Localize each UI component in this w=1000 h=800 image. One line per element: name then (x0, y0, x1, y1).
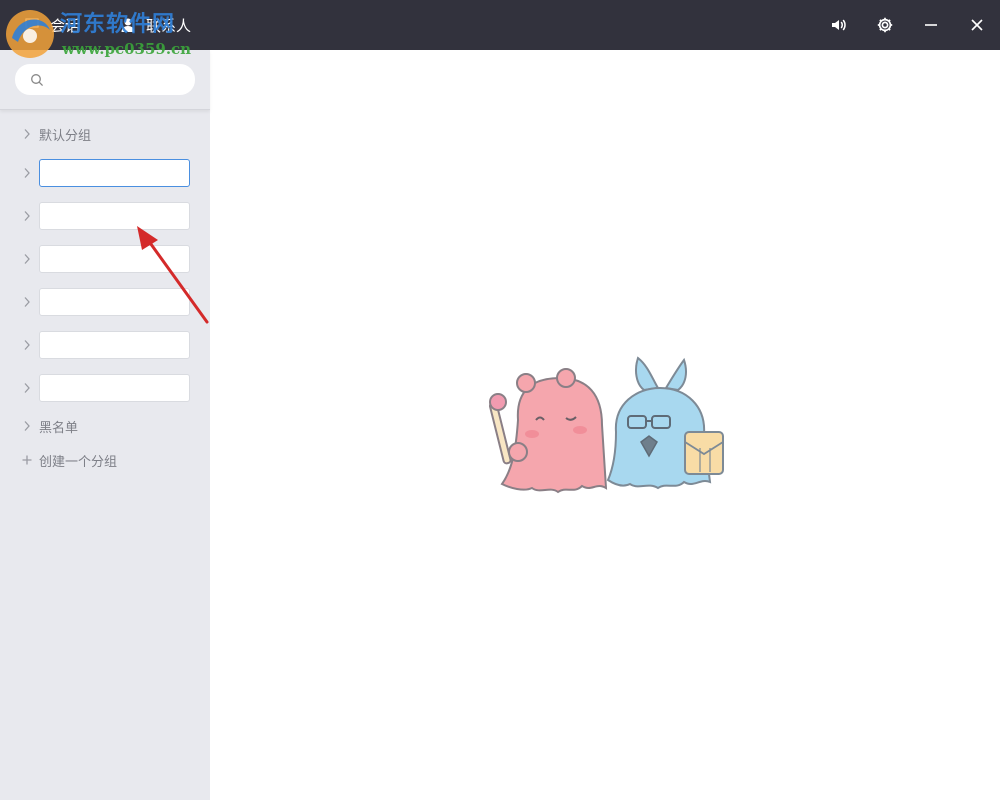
search-input[interactable] (50, 68, 190, 92)
tab-contacts-label: 联系人 (146, 16, 192, 35)
search-icon (31, 74, 43, 86)
chevron-right-icon (21, 420, 33, 432)
chevron-right-icon (21, 296, 33, 308)
speaker-icon (832, 19, 846, 31)
chevron-right-icon (21, 167, 33, 179)
sound-button[interactable] (824, 10, 854, 40)
group-name-input[interactable] (39, 331, 190, 359)
empty-state-illustration (488, 356, 724, 494)
group-name-input[interactable] (39, 374, 190, 402)
new-group-row (0, 371, 210, 405)
chevron-right-icon (21, 128, 33, 140)
tab-chat-label: 会话 (50, 16, 81, 35)
new-group-row (0, 156, 210, 190)
contacts-icon (118, 15, 138, 35)
contacts-sidebar: 默认分组 黑名单 创建一个分组 (0, 50, 210, 800)
group-name-input[interactable] (39, 202, 190, 230)
new-group-row (0, 199, 210, 233)
search-area (0, 50, 210, 110)
plus-icon (22, 455, 32, 465)
group-name-input[interactable] (39, 288, 190, 316)
chevron-right-icon (21, 210, 33, 222)
group-blacklist-label: 黑名单 (39, 420, 79, 436)
create-group-button[interactable]: 创建一个分组 (0, 443, 210, 477)
minimize-icon (925, 24, 937, 26)
tab-contacts[interactable]: 联系人 (118, 0, 191, 50)
group-name-input[interactable] (39, 245, 190, 273)
new-group-row (0, 242, 210, 276)
create-group-label: 创建一个分组 (39, 454, 118, 470)
minimize-button[interactable] (916, 10, 946, 40)
chevron-right-icon (21, 253, 33, 265)
group-name-input[interactable] (39, 159, 190, 187)
group-blacklist[interactable]: 黑名单 (0, 409, 210, 443)
pink-ghost (488, 368, 608, 494)
settings-button[interactable] (870, 10, 900, 40)
group-default-label: 默认分组 (39, 128, 92, 144)
title-bar: 会话 联系人 (0, 0, 1000, 50)
close-button[interactable] (962, 10, 992, 40)
gear-icon (877, 17, 893, 33)
new-group-row (0, 285, 210, 319)
new-group-row (0, 328, 210, 362)
blue-ghost (606, 356, 724, 490)
chat-icon (22, 15, 42, 35)
chevron-right-icon (21, 382, 33, 394)
close-icon (971, 19, 983, 31)
tab-chat[interactable]: 会话 (22, 0, 80, 50)
chevron-right-icon (21, 339, 33, 351)
group-default[interactable]: 默认分组 (0, 117, 210, 151)
